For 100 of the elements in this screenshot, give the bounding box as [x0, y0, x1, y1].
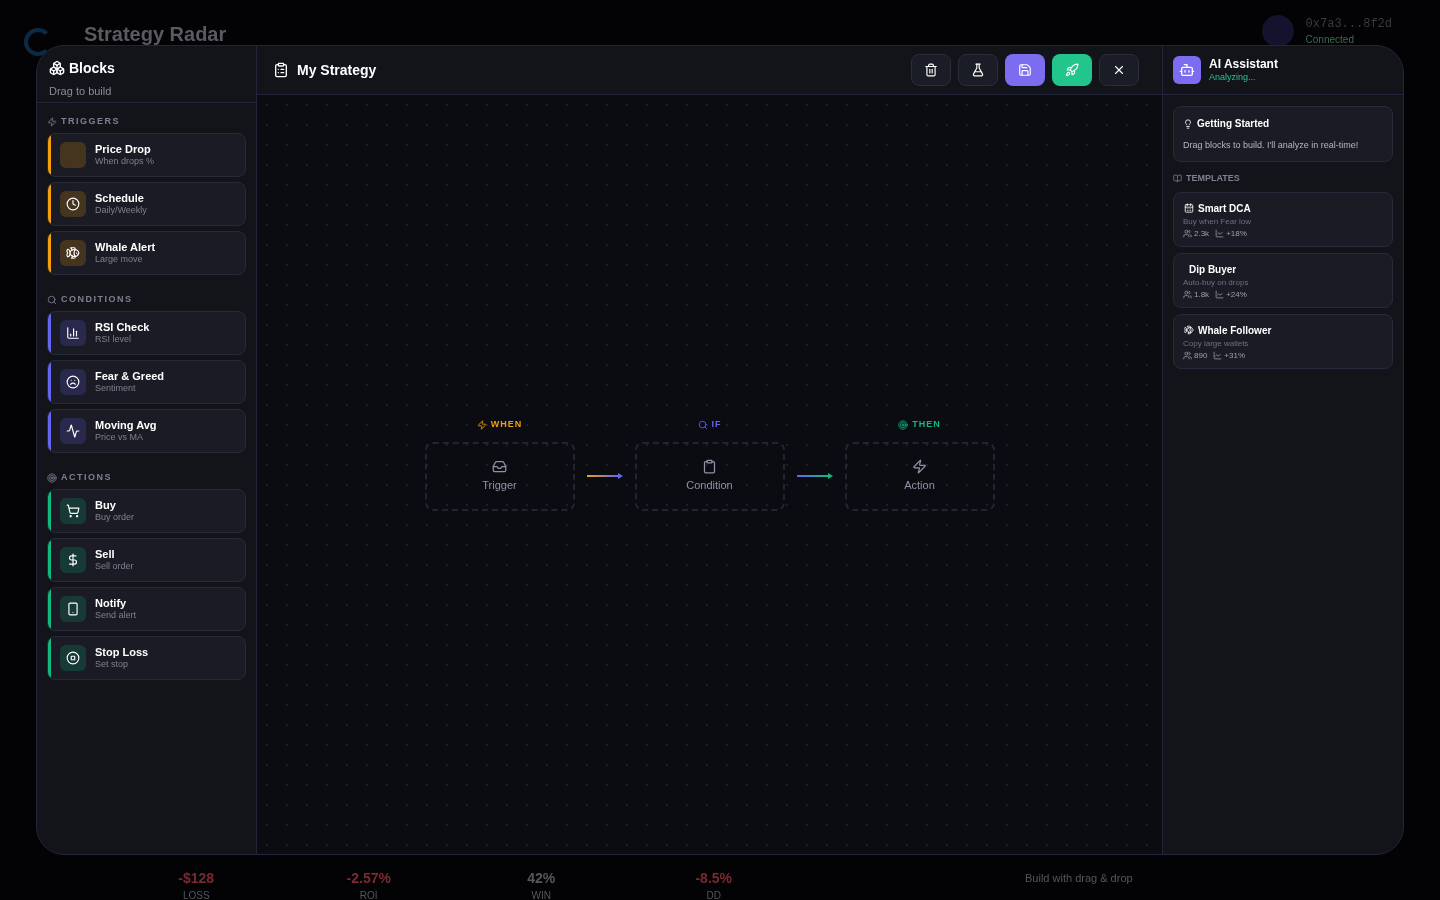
- template-name: Dip Buyer: [1189, 262, 1237, 277]
- template-icon: [1184, 325, 1194, 335]
- block-description: Set stop: [95, 659, 130, 671]
- template-icon: [1184, 203, 1194, 213]
- assistant-title: AI Assistant: [1209, 56, 1278, 73]
- template-return: +24%: [1226, 288, 1247, 301]
- inbox-icon: [492, 459, 507, 474]
- close-button[interactable]: [1099, 54, 1139, 86]
- block-name: Stop Loss: [95, 645, 149, 660]
- group-title: ACTIONS: [61, 471, 112, 485]
- slot-heading: WHEN: [490, 418, 523, 432]
- block-name: Sell: [95, 547, 116, 562]
- slot-heading: THEN: [912, 418, 941, 432]
- close-icon: [1112, 63, 1126, 77]
- block-item[interactable]: Schedule Daily/Weekly: [47, 182, 246, 226]
- canvas-subtitle: Build with drag & drop: [1025, 871, 1133, 886]
- block-name: Whale Alert: [95, 240, 156, 255]
- lightbulb-icon: [1183, 118, 1193, 129]
- app-title: Strategy Radar: [84, 22, 227, 47]
- block-item[interactable]: Buy Buy order: [47, 489, 246, 533]
- block-name: RSI Check: [95, 320, 150, 335]
- block-item[interactable]: Whale Alert Large move: [47, 231, 246, 275]
- drop-slot[interactable]: Action: [844, 441, 995, 511]
- block-name: Buy: [95, 498, 117, 513]
- block-name: Fear & Greed: [95, 369, 165, 384]
- block-description: Price vs MA: [95, 432, 144, 444]
- block-description: Sentiment: [95, 383, 137, 395]
- deploy-button[interactable]: [1052, 54, 1092, 86]
- template-card[interactable]: Dip Buyer Auto-buy on drops 1.8k +24%: [1173, 252, 1393, 308]
- blocks-icon: [49, 60, 65, 76]
- avatar-icon: [1261, 15, 1294, 47]
- canvas-title: My Strategy: [297, 61, 377, 80]
- drop-slot[interactable]: Trigger: [424, 441, 575, 511]
- connector-arrow: [796, 472, 833, 479]
- stat-label: DD: [706, 889, 721, 900]
- stat-value: -$128: [178, 869, 215, 888]
- panel-title: Blocks: [69, 59, 115, 78]
- template-return: +18%: [1226, 227, 1247, 240]
- block-description: Buy order: [95, 512, 135, 524]
- template-description: Copy large wallets: [1183, 337, 1250, 350]
- chart-icon: [1213, 351, 1223, 360]
- block-item[interactable]: Fear & Greed Sentiment: [47, 360, 246, 404]
- drop-slot[interactable]: Condition: [634, 441, 785, 511]
- templates-heading: TEMPLATES: [1186, 172, 1240, 185]
- users-icon: [1183, 351, 1192, 360]
- connector-arrow: [586, 472, 623, 479]
- chart-icon: [1215, 229, 1225, 238]
- template-name: Smart DCA: [1198, 201, 1251, 216]
- robot-icon: [1173, 56, 1201, 84]
- block-description: Large move: [95, 254, 144, 266]
- stat-label: WIN: [531, 889, 551, 900]
- stat-label: ROI: [359, 889, 378, 900]
- template-users: 1.8k: [1194, 288, 1210, 301]
- delete-button[interactable]: [911, 54, 951, 86]
- block-name: Schedule: [95, 191, 145, 206]
- template-description: Auto-buy on drops: [1183, 276, 1250, 289]
- clipboard-icon: [702, 459, 717, 474]
- block-name: Moving Avg: [95, 418, 157, 433]
- panel-subtitle: Drag to build: [49, 85, 112, 97]
- stat-value: 42%: [527, 869, 556, 888]
- tip-title: Getting Started: [1197, 117, 1270, 131]
- template-name: Whale Follower: [1198, 323, 1272, 338]
- assistant-status: Analyzing...: [1209, 72, 1257, 84]
- template-return: +31%: [1224, 349, 1246, 362]
- block-item[interactable]: Moving Avg Price vs MA: [47, 409, 246, 453]
- block-item[interactable]: RSI Check RSI level: [47, 311, 246, 355]
- wallet-status: Connected: [1305, 32, 1355, 47]
- slot-heading: IF: [711, 418, 722, 432]
- template-users: 890: [1194, 349, 1208, 362]
- stat-label: LOSS: [182, 889, 210, 900]
- tip-text: Drag blocks to build. I'll analyze in real-time!: [1183, 140, 1359, 150]
- group-title: TRIGGERS: [61, 115, 120, 129]
- stat-value: -2.57%: [346, 869, 391, 888]
- block-description: Daily/Weekly: [95, 205, 147, 217]
- lightning-icon: [912, 459, 927, 474]
- block-item[interactable]: Price Drop When drops %: [47, 133, 246, 177]
- block-name: Price Drop: [95, 142, 152, 157]
- group-title: CONDITIONS: [61, 293, 133, 307]
- block-description: Sell order: [95, 561, 134, 573]
- users-icon: [1183, 229, 1192, 238]
- block-item[interactable]: Notify Send alert: [47, 587, 246, 631]
- flask-icon: [971, 63, 985, 77]
- book-icon: [1173, 174, 1182, 184]
- template-description: Buy when Fear low: [1183, 215, 1253, 228]
- stat-value: -8.5%: [695, 869, 733, 888]
- block-description: When drops %: [95, 156, 155, 168]
- trash-icon: [924, 63, 938, 77]
- block-item[interactable]: Sell Sell order: [47, 538, 246, 582]
- template-users: 2.3k: [1194, 227, 1210, 240]
- block-description: RSI level: [95, 334, 132, 346]
- save-button[interactable]: [1005, 54, 1045, 86]
- users-icon: [1183, 290, 1192, 299]
- block-item[interactable]: Stop Loss Set stop: [47, 636, 246, 680]
- test-button[interactable]: [958, 54, 998, 86]
- block-description: Send alert: [95, 610, 137, 622]
- template-card[interactable]: Whale Follower Copy large wallets 890 +31%: [1173, 313, 1393, 369]
- chart-icon: [1215, 290, 1225, 299]
- wallet-address: 0x7a3...8f2d: [1305, 15, 1392, 32]
- template-card[interactable]: Smart DCA Buy when Fear low 2.3k +18%: [1173, 191, 1393, 247]
- rocket-icon: [1065, 63, 1079, 77]
